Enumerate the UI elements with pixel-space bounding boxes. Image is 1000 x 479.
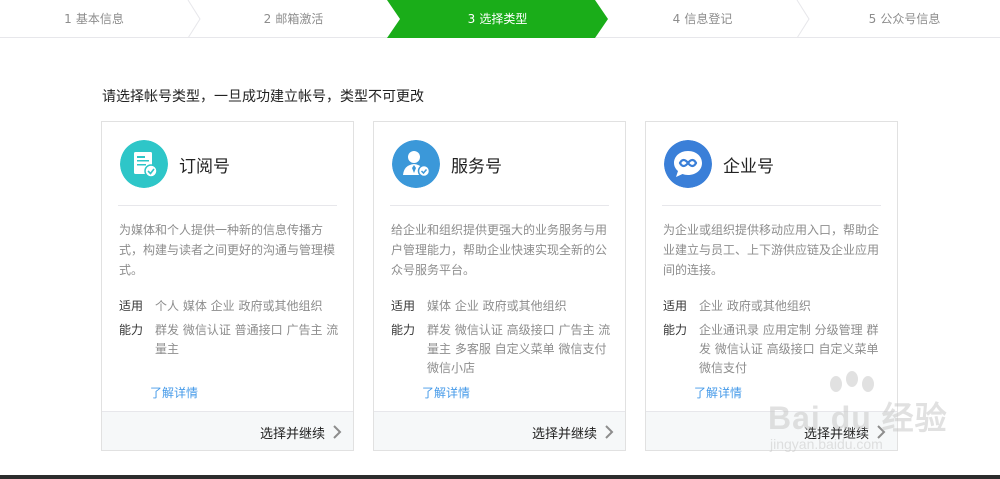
capability-value: 群发 微信认证 高级接口 广告主 流量主 多客服 自定义菜单 微信支付 微信小店 — [427, 323, 611, 375]
step-number: 3 — [467, 12, 476, 26]
card-divider — [390, 205, 609, 206]
step-label: 选择类型 — [479, 12, 528, 26]
use-value: 个人 媒体 企业 政府或其他组织 — [155, 299, 323, 313]
step-label: 邮箱激活 — [275, 12, 324, 26]
card-description: 为媒体和个人提供一种新的信息传播方式，构建与读者之间更好的沟通与管理模式。 — [119, 223, 336, 277]
account-type-card-service[interactable]: 服务号 给企业和组织提供更强大的业务服务与用户管理能力，帮助企业快速实现全新的公… — [373, 121, 626, 451]
step-number: 1 — [64, 12, 72, 26]
watermark-brand: Bai du 经验 — [768, 400, 948, 436]
page-heading: 请选择帐号类型，一旦成功建立帐号，类型不可更改 — [102, 89, 424, 105]
step-separator-chevron — [187, 0, 201, 38]
chevron-right-icon — [605, 425, 614, 439]
step-number: 4 — [672, 12, 681, 26]
bottom-bar — [0, 475, 1000, 479]
step-number: 2 — [263, 12, 272, 26]
step-label: 信息登记 — [684, 12, 733, 26]
subscription-doc-icon — [120, 140, 168, 188]
select-continue-label: 选择并继续 — [531, 427, 597, 442]
enterprise-chat-icon — [664, 140, 712, 188]
use-label: 适用 — [119, 299, 144, 313]
account-type-card-subscription[interactable]: 订阅号 为媒体和个人提供一种新的信息传播方式，构建与读者之间更好的沟通与管理模式… — [101, 121, 354, 451]
capability-label: 能力 — [119, 323, 144, 337]
use-label: 适用 — [663, 299, 688, 313]
select-continue-button[interactable]: 选择并继续 — [374, 411, 625, 450]
use-value: 企业 政府或其他组织 — [699, 299, 811, 313]
card-divider — [118, 205, 337, 206]
capability-label: 能力 — [663, 323, 688, 337]
service-person-icon — [392, 140, 440, 188]
watermark-url: jingyan.baidu.com — [770, 436, 883, 452]
step-3-active: 3 选择类型 — [395, 0, 600, 38]
capability-label: 能力 — [391, 323, 416, 337]
select-continue-button[interactable]: 选择并继续 — [102, 411, 353, 450]
chevron-right-icon — [333, 425, 342, 439]
select-continue-label: 选择并继续 — [259, 427, 325, 442]
learn-more-link[interactable]: 了解详情 — [694, 384, 742, 401]
use-value: 媒体 企业 政府或其他组织 — [427, 299, 567, 313]
step-number: 5 — [868, 12, 877, 26]
card-title: 订阅号 — [179, 157, 230, 177]
step-5: 5 公众号信息 — [809, 0, 1000, 38]
step-progress-bar: 1 基本信息 2 邮箱激活 3 选择类型 4 信息登记 5 公众号信息 — [0, 0, 1000, 38]
learn-more-link[interactable]: 了解详情 — [422, 384, 470, 401]
step-label: 公众号信息 — [880, 12, 941, 26]
card-description: 为企业或组织提供移动应用入口，帮助企业建立与员工、上下游供应链及企业应用间的连接… — [663, 223, 880, 277]
baidu-jingyan-watermark: Bai du 经验 jingyan.baidu.com — [760, 370, 960, 470]
card-description: 给企业和组织提供更强大的业务服务与用户管理能力，帮助企业快速实现全新的公众号服务… — [391, 223, 608, 277]
step-1: 1 基本信息 — [0, 0, 188, 38]
learn-more-link[interactable]: 了解详情 — [150, 384, 198, 401]
step-2: 2 邮箱激活 — [200, 0, 387, 38]
use-label: 适用 — [391, 299, 416, 313]
card-title: 企业号 — [723, 157, 774, 177]
card-divider — [662, 205, 881, 206]
step-4: 4 信息登记 — [608, 0, 797, 38]
step-label: 基本信息 — [75, 12, 124, 26]
card-title: 服务号 — [451, 157, 502, 177]
step-separator-chevron — [796, 0, 810, 38]
capability-value: 群发 微信认证 普通接口 广告主 流量主 — [155, 323, 339, 356]
